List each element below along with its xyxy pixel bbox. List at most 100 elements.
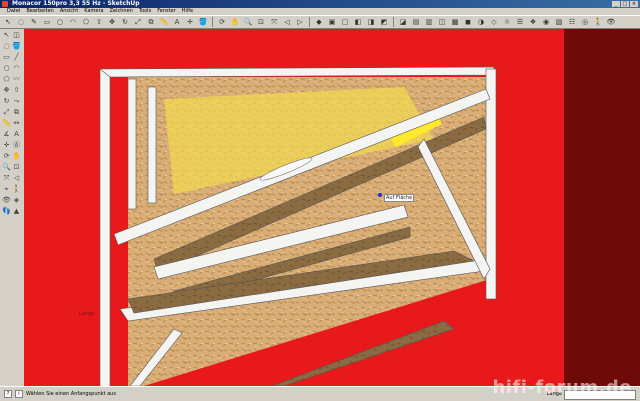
- sandbox-icon[interactable]: ▲: [12, 207, 21, 216]
- followme-icon[interactable]: ⤳: [12, 97, 21, 106]
- rotate-icon[interactable]: ↻: [119, 16, 131, 28]
- next-view-icon[interactable]: ▷: [294, 16, 306, 28]
- zoom-icon[interactable]: 🔍: [2, 163, 11, 172]
- select-icon[interactable]: ↖: [2, 31, 11, 40]
- axes-icon[interactable]: ✛: [2, 141, 11, 150]
- toolbar-separator: [309, 17, 310, 27]
- menu-hilfe[interactable]: Hilfe: [179, 8, 196, 15]
- front-view-icon[interactable]: ▢: [339, 16, 351, 28]
- axes-icon[interactable]: ✛: [184, 16, 196, 28]
- polygon-icon[interactable]: ⬠: [80, 16, 92, 28]
- rotate-icon[interactable]: ↻: [2, 97, 11, 106]
- menu-datei[interactable]: Datei: [4, 8, 23, 15]
- minimize-button[interactable]: _: [612, 1, 620, 7]
- tape-icon[interactable]: 📏: [2, 119, 11, 128]
- look-icon[interactable]: 👁: [2, 196, 11, 205]
- layers-icon[interactable]: ☼: [501, 16, 513, 28]
- zoom-icon[interactable]: 🔍: [242, 16, 254, 28]
- scenes-icon[interactable]: ▧: [553, 16, 565, 28]
- freehand-icon[interactable]: 〰: [12, 75, 21, 84]
- zoom-extents-icon[interactable]: ⤧: [268, 16, 280, 28]
- rectangle-icon[interactable]: ▭: [2, 53, 11, 62]
- model-viewport[interactable]: Auf Fläche Länge: [24, 29, 640, 386]
- menu-bearbeiten[interactable]: Bearbeiten: [23, 8, 56, 15]
- footprint-icon[interactable]: 👣: [2, 207, 11, 216]
- section-icon[interactable]: ◑: [475, 16, 487, 28]
- menu-fenster[interactable]: Fenster: [154, 8, 179, 15]
- 3dtext-icon[interactable]: Ⓐ: [12, 141, 21, 150]
- scale-icon[interactable]: ⤢: [2, 108, 11, 117]
- protractor-icon[interactable]: ∡: [2, 130, 11, 139]
- close-button[interactable]: ×: [630, 1, 638, 7]
- xray-icon[interactable]: ◪: [397, 16, 409, 28]
- toolbar-separator: [393, 17, 394, 27]
- previous-icon[interactable]: ◁: [12, 174, 21, 183]
- materials-icon[interactable]: ❖: [527, 16, 539, 28]
- pencil-icon[interactable]: ✎: [28, 16, 40, 28]
- offset-icon[interactable]: ⧉: [145, 16, 157, 28]
- top-view-icon[interactable]: ▣: [326, 16, 338, 28]
- dimension-icon[interactable]: ↔: [12, 119, 21, 128]
- styles-icon[interactable]: ◉: [540, 16, 552, 28]
- help-icon[interactable]: ?: [4, 390, 12, 398]
- geo-icon[interactable]: i: [15, 390, 23, 398]
- iso-view-icon[interactable]: ◆: [313, 16, 325, 28]
- orbit-icon[interactable]: ⟳: [2, 152, 11, 161]
- walk-icon[interactable]: 🚶: [12, 185, 21, 194]
- tools-sidebar: ↖ ◫ ◌ 🪣 ▭ ╱ ○ ◠ ⬠ 〰 ✥ ⇧ ↻ ⤳ ⤢ ⧉ 📏 ↔ ∡ A ✛ Ⓐ ⟳ ✋ 🔍 ⊡ ⤧ ◁ ⌖ 🚶 👁 ◈ 👣 ▲: [0, 29, 25, 386]
- camera-icon[interactable]: ☷: [566, 16, 578, 28]
- components-icon[interactable]: ☰: [514, 16, 526, 28]
- textured-icon[interactable]: ▩: [449, 16, 461, 28]
- select-icon[interactable]: ↖: [2, 16, 14, 28]
- model-canvas[interactable]: [24, 29, 640, 386]
- hidden-line-icon[interactable]: ▥: [423, 16, 435, 28]
- component-icon[interactable]: ◫: [12, 31, 21, 40]
- maximize-button[interactable]: □: [621, 1, 629, 7]
- position-camera-icon[interactable]: ⌖: [2, 185, 11, 194]
- eraser-icon[interactable]: ◌: [15, 16, 27, 28]
- menu-kamera[interactable]: Kamera: [81, 8, 106, 15]
- look-icon[interactable]: 🚶: [592, 16, 604, 28]
- monochrome-icon[interactable]: ◼: [462, 16, 474, 28]
- pan-icon[interactable]: ✋: [229, 16, 241, 28]
- text-icon[interactable]: A: [171, 16, 183, 28]
- menu-ansicht[interactable]: Ansicht: [57, 8, 81, 15]
- move-icon[interactable]: ✥: [2, 86, 11, 95]
- circle-icon[interactable]: ○: [2, 64, 11, 73]
- line-icon[interactable]: ╱: [12, 53, 21, 62]
- previous-view-icon[interactable]: ◁: [281, 16, 293, 28]
- pushpull-icon[interactable]: ⇧: [93, 16, 105, 28]
- offset-icon[interactable]: ⧉: [12, 108, 21, 117]
- zoom-window-icon[interactable]: ⊡: [255, 16, 267, 28]
- left-view-icon[interactable]: ◩: [378, 16, 390, 28]
- shaded-icon[interactable]: ◫: [436, 16, 448, 28]
- back-view-icon[interactable]: ◨: [365, 16, 377, 28]
- move-icon[interactable]: ✥: [106, 16, 118, 28]
- position-icon[interactable]: 👁: [605, 16, 617, 28]
- right-view-icon[interactable]: ◧: [352, 16, 364, 28]
- section-icon[interactable]: ◈: [12, 196, 21, 205]
- main-toolbar: ↖ ◌ ✎ ▭ ○ ◠ ⬠ ⇧ ✥ ↻ ⤢ ⧉ 📏 A ✛ 🪣 ⟳ ✋ 🔍 ⊡ ⤧ ◁ ▷ ◆ ▣ ▢ ◧ ◨ ◩ ◪ ▤ ▥ ◫ ▩ ◼ ◑ ◇ ☼ ☰ ❖…: [0, 15, 640, 29]
- zoom-extents-icon[interactable]: ⤧: [2, 174, 11, 183]
- arc-icon[interactable]: ◠: [12, 64, 21, 73]
- walk-icon[interactable]: ◎: [579, 16, 591, 28]
- scale-icon[interactable]: ⤢: [132, 16, 144, 28]
- polygon-icon[interactable]: ⬠: [2, 75, 11, 84]
- pan-icon[interactable]: ✋: [12, 152, 21, 161]
- zoom-window-icon[interactable]: ⊡: [12, 163, 21, 172]
- circle-icon[interactable]: ○: [54, 16, 66, 28]
- orbit-icon[interactable]: ⟳: [216, 16, 228, 28]
- menu-tools[interactable]: Tools: [136, 8, 154, 15]
- menu-zeichnen[interactable]: Zeichnen: [107, 8, 136, 15]
- text-icon[interactable]: A: [12, 130, 21, 139]
- inner-post-2: [147, 86, 157, 204]
- tape-icon[interactable]: 📏: [158, 16, 170, 28]
- pushpull-icon[interactable]: ⇧: [12, 86, 21, 95]
- paint-icon[interactable]: 🪣: [197, 16, 209, 28]
- rectangle-icon[interactable]: ▭: [41, 16, 53, 28]
- shadows-icon[interactable]: ◇: [488, 16, 500, 28]
- eraser-icon[interactable]: ◌: [2, 42, 11, 51]
- arc-icon[interactable]: ◠: [67, 16, 79, 28]
- paint-icon[interactable]: 🪣: [12, 42, 21, 51]
- wireframe-icon[interactable]: ▤: [410, 16, 422, 28]
